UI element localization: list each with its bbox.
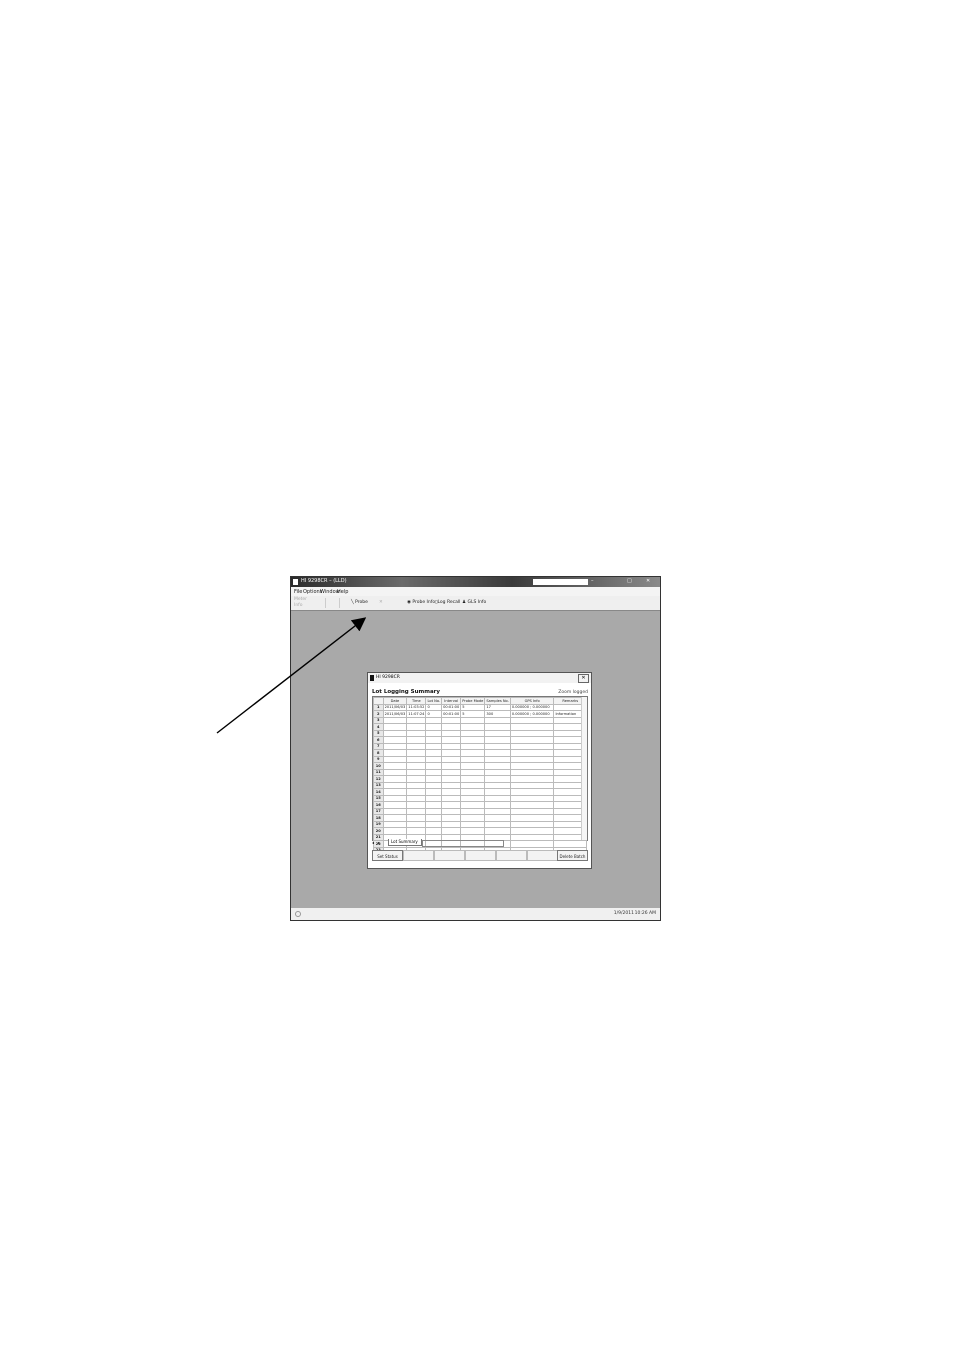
arrow-line: [216, 617, 367, 734]
annotation-arrow: [216, 617, 367, 734]
